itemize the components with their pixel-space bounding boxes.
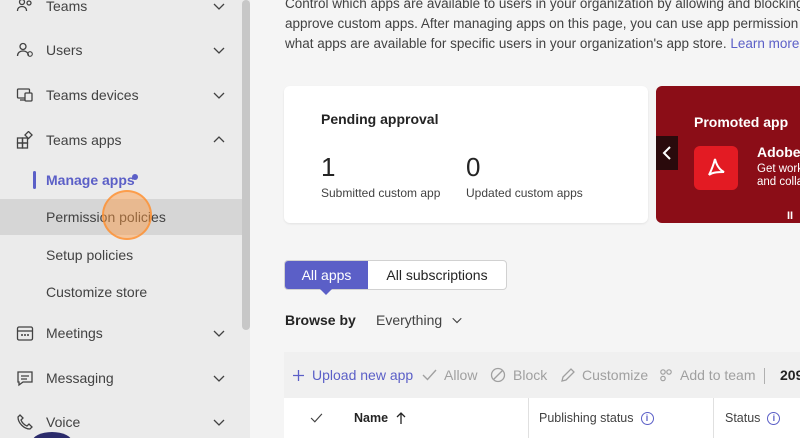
toolbar-label: Add to team — [680, 367, 756, 383]
toolbar-label: Customize — [582, 367, 649, 383]
chevron-down-icon — [452, 317, 462, 324]
people-add-icon — [658, 368, 673, 383]
chevron-down-icon — [213, 375, 225, 382]
sidebar-item-teams[interactable]: Teams — [0, 0, 242, 24]
sidebar-subitem-label: Setup policies — [46, 247, 134, 263]
submitted-count[interactable]: 1 — [321, 152, 335, 183]
sidebar-item-label: Users — [46, 42, 83, 58]
add-to-team-button[interactable]: Add to team — [658, 352, 756, 398]
apps-toolbar: Upload new app Allow Block Customize Add… — [284, 352, 800, 398]
carousel-prev-button[interactable] — [656, 136, 678, 170]
toolbar-divider — [764, 368, 765, 384]
sidebar-item-voice[interactable]: Voice — [0, 404, 242, 438]
sidebar-subitem-setup-policies[interactable]: Setup policies — [0, 237, 242, 273]
pencil-icon — [560, 367, 575, 383]
sidebar-item-users[interactable]: Users — [0, 32, 242, 68]
sidebar-subitem-customize-store[interactable]: Customize store — [0, 274, 242, 310]
chevron-down-icon — [213, 419, 225, 426]
intro-line: Control which apps are available to user… — [285, 0, 800, 11]
tab-all-apps[interactable]: All apps — [285, 261, 368, 295]
checkmark-icon — [310, 413, 323, 423]
chevron-down-icon — [213, 47, 225, 54]
browse-by-dropdown[interactable]: Everything — [376, 312, 463, 328]
promoted-title: Promoted app — [694, 114, 789, 130]
upload-new-app-button[interactable]: Upload new app — [292, 352, 413, 398]
sidebar-item-meetings[interactable]: Meetings — [0, 315, 242, 351]
updated-label: Updated custom apps — [466, 186, 583, 200]
phone-icon — [16, 413, 34, 431]
meetings-icon — [16, 324, 34, 342]
column-header-name[interactable]: Name — [354, 398, 406, 438]
promoted-desc-line: Get work — [757, 163, 800, 175]
column-header-status[interactable]: Status i — [725, 398, 781, 438]
tab-all-subscriptions[interactable]: All subscriptions — [368, 261, 506, 289]
sidebar-item-label: Voice — [46, 414, 81, 430]
devices-icon — [16, 86, 34, 104]
users-icon — [16, 41, 34, 59]
intro-line: approve custom apps. After managing apps… — [285, 16, 800, 31]
intro-text: Control which apps are available to user… — [285, 0, 800, 54]
notification-dot — [132, 174, 138, 180]
card-title: Pending approval — [321, 111, 439, 127]
column-header-publishing-status[interactable]: Publishing status i — [539, 398, 654, 438]
sidebar-item-messaging[interactable]: Messaging — [0, 360, 242, 396]
browse-by-label: Browse by — [285, 312, 356, 328]
pending-approval-card: Pending approval 1 Submitted custom app … — [284, 86, 648, 223]
select-all-checkbox[interactable] — [310, 398, 323, 438]
chevron-down-icon — [213, 330, 225, 337]
browse-by-value: Everything — [376, 312, 443, 328]
sidebar-subitem-label: Manage apps — [46, 172, 135, 188]
teams-icon — [16, 0, 34, 15]
sidebar-item-label: Teams — [46, 0, 88, 14]
sidebar: Teams Users Teams devices Teams apps Man… — [0, 0, 250, 438]
toolbar-label: Allow — [444, 367, 478, 383]
promoted-app-card[interactable]: Promoted app Adobe Get work and colla II — [656, 86, 800, 223]
intro-line: what apps are available for specific use… — [285, 36, 727, 51]
apps-table-header: Name Publishing status i Status i — [284, 398, 800, 438]
info-icon[interactable]: i — [767, 411, 781, 425]
block-button[interactable]: Block — [490, 352, 547, 398]
toolbar-label: Block — [513, 367, 548, 383]
plus-icon — [292, 369, 305, 382]
promoted-desc-line: and colla — [757, 176, 800, 188]
column-header-label: Status — [725, 411, 761, 425]
chevron-left-icon — [662, 146, 671, 160]
column-header-label: Publishing status — [539, 411, 634, 425]
click-indicator — [102, 190, 152, 240]
arrow-up-icon — [396, 411, 406, 424]
sidebar-item-teams-devices[interactable]: Teams devices — [0, 77, 242, 113]
app-tabs: All apps All subscriptions — [284, 260, 507, 295]
column-divider — [528, 398, 529, 438]
column-header-label: Name — [354, 411, 389, 425]
sidebar-item-teams-apps[interactable]: Teams apps — [0, 122, 242, 158]
chevron-up-icon — [213, 136, 225, 143]
sidebar-item-label: Messaging — [46, 370, 114, 386]
allow-button[interactable]: Allow — [422, 352, 477, 398]
sidebar-item-label: Teams devices — [46, 87, 139, 103]
learn-more-link[interactable]: Learn more — [730, 36, 799, 51]
sidebar-subitem-label: Customize store — [46, 284, 148, 300]
toolbar-label: Upload new app — [312, 367, 414, 383]
promoted-app-desc: Get work and colla — [757, 163, 800, 189]
chevron-down-icon — [213, 3, 225, 10]
chevron-down-icon — [213, 92, 225, 99]
carousel-pause-button[interactable]: II — [787, 210, 793, 222]
messaging-icon — [16, 369, 34, 387]
apps-icon — [16, 131, 34, 149]
block-icon — [490, 367, 506, 383]
customize-button[interactable]: Customize — [560, 352, 648, 398]
updated-count[interactable]: 0 — [466, 152, 480, 183]
sidebar-item-label: Teams apps — [46, 132, 122, 148]
active-indicator — [33, 171, 36, 189]
column-divider — [713, 398, 714, 438]
app-count: 209 — [780, 367, 800, 383]
sidebar-item-label: Meetings — [46, 325, 103, 341]
promoted-app-name: Adobe — [757, 144, 800, 160]
checkmark-icon — [422, 369, 437, 381]
adobe-logo-icon — [694, 146, 738, 190]
info-icon[interactable]: i — [640, 411, 654, 425]
sidebar-scrollbar[interactable] — [242, 0, 250, 330]
submitted-label: Submitted custom app — [321, 186, 441, 200]
